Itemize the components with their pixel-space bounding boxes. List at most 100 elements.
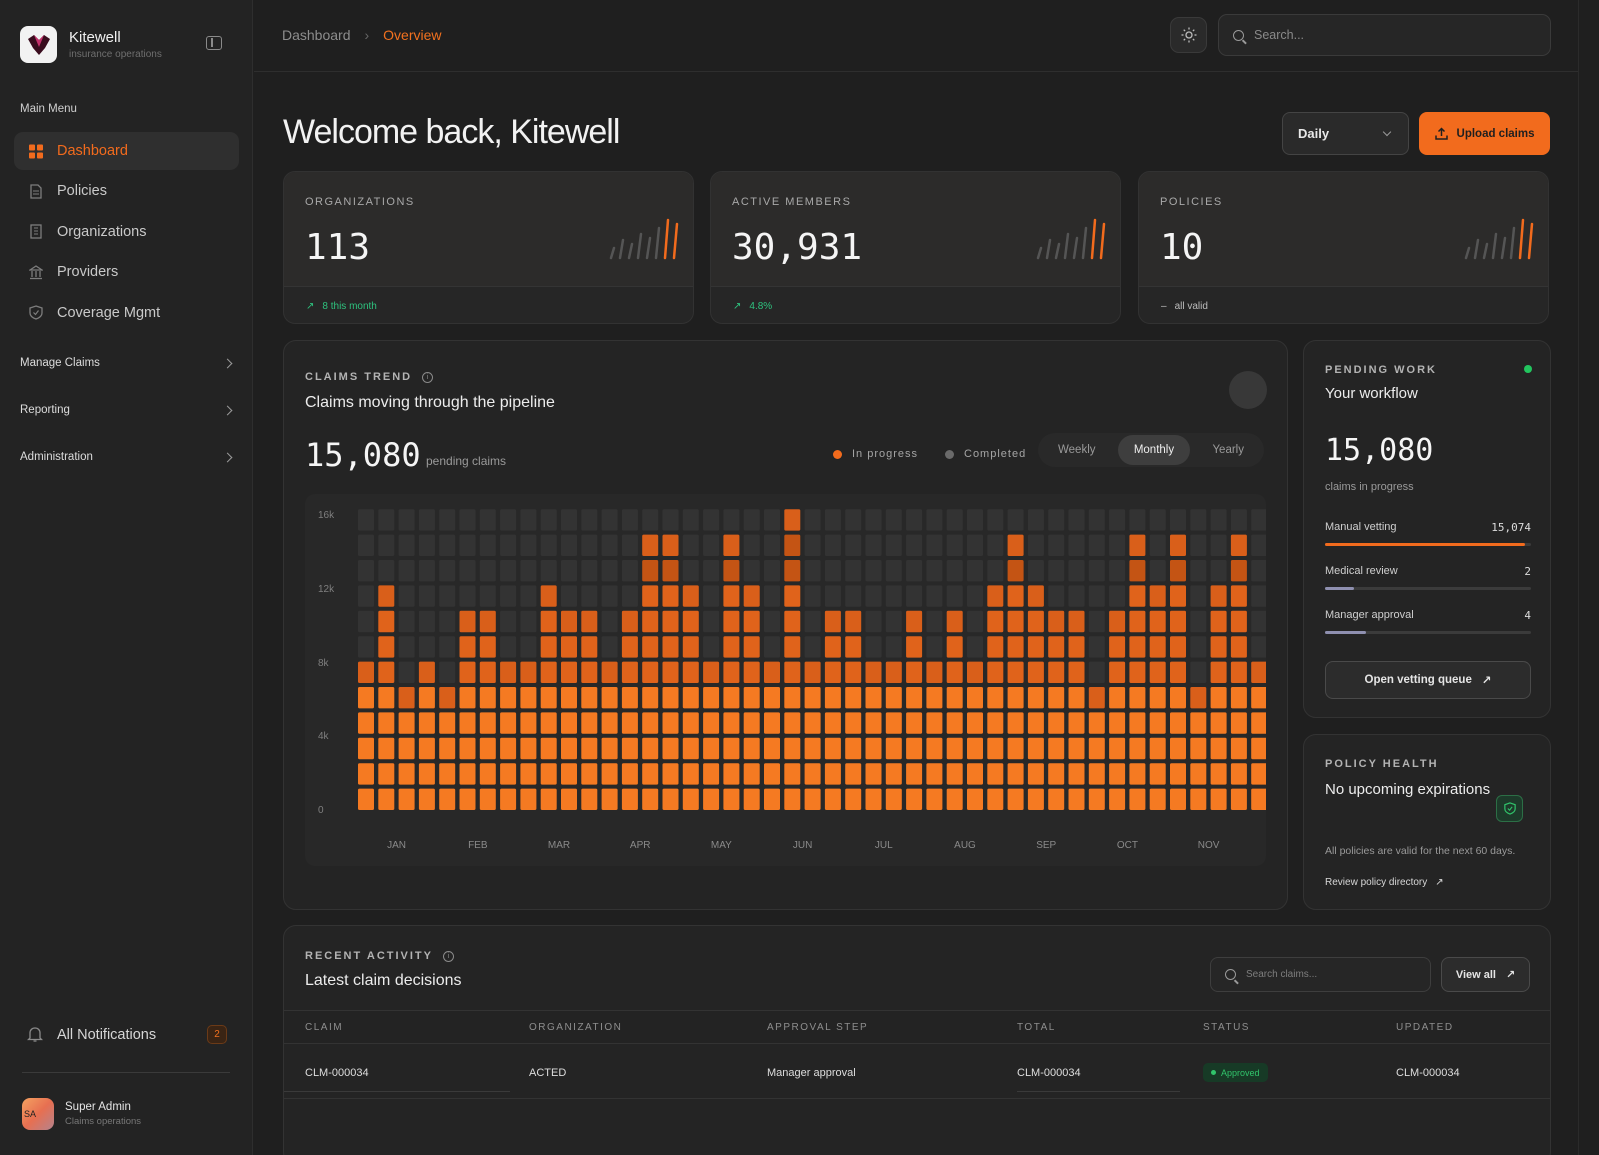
- chart-cell-empty: [1251, 534, 1268, 556]
- sidebar-item-organizations[interactable]: Organizations: [14, 213, 239, 251]
- upload-claims-button[interactable]: Upload claims: [1419, 112, 1550, 155]
- chart-cell-filled: [1109, 712, 1126, 734]
- stage-progress-fill: [1325, 543, 1525, 546]
- chart-cell-empty: [743, 534, 760, 556]
- global-search[interactable]: [1218, 14, 1551, 56]
- chevron-right-icon: [222, 452, 233, 462]
- claims-search[interactable]: [1210, 957, 1431, 992]
- chart-cell-filled: [418, 763, 435, 785]
- chart-cell-filled: [723, 636, 740, 658]
- chart-cell-empty: [479, 585, 496, 607]
- chart-cell-empty: [581, 509, 598, 531]
- chart-cell-filled: [1170, 560, 1186, 582]
- column-header-status[interactable]: STATUS: [1203, 1022, 1250, 1033]
- chart-cell-filled: [398, 763, 415, 785]
- chart-cell-filled: [1007, 737, 1024, 760]
- chart-cell-filled: [439, 763, 456, 785]
- kpi-trend-text: 4.8%: [749, 301, 773, 312]
- table-row[interactable]: CLM-000034 ACTED Manager approval CLM-00…: [284, 1044, 1550, 1099]
- claims-trend-label: CLAIMS TREND: [305, 371, 413, 383]
- chart-cell-filled: [784, 661, 801, 683]
- sidebar-group-administration[interactable]: Administration: [20, 451, 233, 463]
- recent-activity-card: RECENT ACTIVITY i Latest claim decisions…: [283, 925, 1551, 1155]
- x-tick-label: OCT: [1117, 840, 1138, 851]
- brand[interactable]: Kitewell insurance operations: [20, 26, 162, 63]
- chart-cell-empty: [743, 509, 760, 531]
- review-policy-directory-link[interactable]: Review policy directory ↗: [1325, 877, 1444, 888]
- sidebar-item-providers[interactable]: Providers: [14, 253, 239, 291]
- period-select[interactable]: Daily: [1282, 112, 1409, 155]
- column-header-claim[interactable]: CLAIM: [305, 1022, 343, 1033]
- all-notifications[interactable]: All Notifications 2: [27, 1025, 227, 1044]
- sidebar-item-coverage-mgmt[interactable]: Coverage Mgmt: [14, 294, 239, 332]
- chart-cell-filled: [703, 788, 720, 810]
- chart-cell-filled: [642, 534, 659, 556]
- chart-cell-filled: [520, 661, 537, 683]
- user-profile[interactable]: SA Super Admin Claims operations: [22, 1098, 141, 1130]
- chart-cell-filled: [621, 763, 638, 785]
- legend-label: In progress: [852, 448, 919, 460]
- theme-toggle-button[interactable]: [1170, 17, 1207, 53]
- chart-cell-empty: [845, 534, 862, 556]
- open-vetting-queue-button[interactable]: Open vetting queue ↗: [1325, 661, 1531, 699]
- tab-monthly[interactable]: Monthly: [1117, 435, 1191, 465]
- chart-cell-filled: [987, 788, 1004, 810]
- chart-cell-filled: [784, 788, 801, 810]
- chart-cell-filled: [967, 687, 983, 709]
- tab-weekly[interactable]: Weekly: [1042, 435, 1112, 465]
- chart-cell-empty: [500, 636, 517, 658]
- more-options-button[interactable]: [1229, 371, 1267, 409]
- sidebar-item-dashboard[interactable]: Dashboard: [14, 132, 239, 170]
- view-all-button[interactable]: View all ↗: [1441, 957, 1530, 992]
- column-header-updated[interactable]: UPDATED: [1396, 1022, 1454, 1033]
- legend-label: Completed: [964, 448, 1027, 460]
- chart-cell-empty: [601, 534, 618, 556]
- chart-cell-filled: [1129, 610, 1146, 633]
- column-header-total[interactable]: TOTAL: [1017, 1022, 1056, 1033]
- chart-cell-filled: [906, 763, 923, 785]
- chart-cell-filled: [1129, 534, 1146, 556]
- chart-cell-filled: [682, 636, 699, 658]
- sparkline-bar: [1482, 242, 1489, 260]
- breadcrumb-dashboard[interactable]: Dashboard: [282, 27, 351, 43]
- chart-cell-filled: [743, 636, 760, 658]
- chart-cell-filled: [1210, 661, 1227, 683]
- sidebar-group-manage-claims[interactable]: Manage Claims: [20, 357, 233, 369]
- sparkline-icon: [1464, 218, 1534, 260]
- chart-cell-empty: [804, 560, 821, 582]
- chart-cell-filled: [1109, 763, 1126, 785]
- grid-icon: [29, 144, 43, 158]
- chart-cell-filled: [703, 737, 720, 760]
- chart-cell-filled: [1129, 585, 1146, 607]
- chart-cell-filled: [459, 636, 476, 658]
- chart-cell-empty: [1129, 509, 1146, 531]
- chart-cell-filled: [662, 661, 679, 683]
- chart-cell-filled: [682, 763, 699, 785]
- info-icon[interactable]: i: [422, 371, 434, 383]
- chart-cell-filled: [824, 712, 841, 734]
- column-header-approval-step[interactable]: APPROVAL STEP: [767, 1022, 868, 1033]
- chart-cell-filled: [1210, 763, 1227, 785]
- chart-cell-filled: [1007, 585, 1024, 607]
- chart-cell-empty: [459, 509, 476, 531]
- sidebar-group-reporting[interactable]: Reporting: [20, 404, 233, 416]
- stage-label: Manual vetting: [1325, 521, 1397, 533]
- search-input[interactable]: [1254, 28, 1524, 42]
- chart-cell-filled: [1109, 661, 1126, 683]
- pending-work-card: PENDING WORK Your workflow 15,080 claims…: [1303, 340, 1551, 718]
- sidebar-divider: [22, 1072, 230, 1073]
- chart-cell-filled: [601, 687, 618, 709]
- chart-cell-filled: [682, 712, 699, 734]
- column-header-organization[interactable]: ORGANIZATION: [529, 1022, 622, 1033]
- claims-search-input[interactable]: [1246, 969, 1416, 980]
- tab-yearly[interactable]: Yearly: [1196, 435, 1260, 465]
- chart-cell-filled: [1230, 610, 1247, 633]
- chart-cell-filled: [500, 763, 517, 785]
- chart-cell-filled: [540, 763, 557, 785]
- sidebar-toggle-icon[interactable]: [206, 36, 222, 50]
- stage-progress-fill: [1325, 587, 1354, 590]
- chart-cell-filled: [561, 687, 577, 709]
- info-icon[interactable]: i: [443, 950, 454, 962]
- user-role: Claims operations: [65, 1116, 142, 1127]
- sidebar-item-policies[interactable]: Policies: [14, 172, 239, 210]
